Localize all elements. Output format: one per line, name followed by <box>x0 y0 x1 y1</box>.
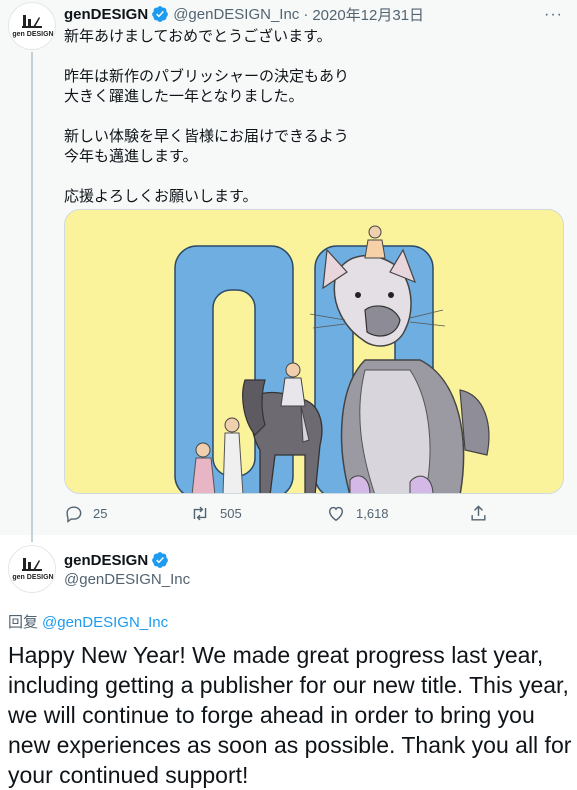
heart-icon <box>328 506 344 522</box>
tweet-text-line: 昨年は新作のパブリッシャーの決定もあり <box>64 68 350 85</box>
tweet-media-image[interactable] <box>64 209 564 494</box>
reply-header: genDESIGN @genDESIGN_Inc <box>64 550 190 589</box>
reply-author-handle[interactable]: @genDESIGN_Inc <box>64 571 190 588</box>
share-button[interactable] <box>469 504 498 523</box>
retweet-count: 505 <box>220 506 242 521</box>
like-count: 1,618 <box>356 506 389 521</box>
avatar-logo-text: gen DESIGN <box>12 574 53 581</box>
replying-to-label: 回复 <box>8 614 39 631</box>
separator-dot: · <box>303 5 309 23</box>
tweet-actions: 25 505 1,618 <box>64 504 504 526</box>
reply-button[interactable]: 25 <box>64 504 107 523</box>
parent-tweet[interactable]: gen DESIGN genDESIGN @genDESIGN_Inc · 20… <box>0 0 577 542</box>
like-button[interactable]: 1,618 <box>326 504 389 523</box>
retweet-icon <box>193 506 207 521</box>
more-options-icon[interactable]: ··· <box>544 6 563 24</box>
replying-to: 回复 @genDESIGN_Inc <box>8 611 168 632</box>
reply-text-line: Happy New Year! We made great progress l… <box>8 642 544 668</box>
tweet-text-line: 今年も邁進します。 <box>64 148 198 165</box>
reply-text: Happy New Year! We made great progress l… <box>8 640 573 790</box>
replying-to-handle-link[interactable]: @genDESIGN_Inc <box>42 614 168 631</box>
author-name[interactable]: genDESIGN <box>64 6 148 23</box>
reply-text-line: your continued support! <box>8 762 249 788</box>
verified-badge-icon <box>151 551 169 569</box>
reply-avatar[interactable]: gen DESIGN <box>8 545 56 593</box>
reply-author-name[interactable]: genDESIGN <box>64 552 148 569</box>
tweet-header: genDESIGN @genDESIGN_Inc · 2020年12月31日 <box>64 4 424 24</box>
reply-count: 25 <box>93 506 108 521</box>
tweet-text-blank-line <box>64 47 564 67</box>
thread-line <box>31 52 33 542</box>
tweet-text-blank-line <box>64 107 564 127</box>
verified-badge-icon <box>151 5 169 23</box>
author-handle[interactable]: @genDESIGN_Inc <box>173 6 299 23</box>
tweet-text-line: 新しい体験を早く皆様にお届けできるよう <box>64 128 349 145</box>
reply-icon <box>66 506 82 523</box>
reply-text-line: new experiences as soon as possible. Tha… <box>8 732 572 758</box>
reply-text-line: including getting a publisher for our ne… <box>8 672 569 698</box>
share-icon <box>471 505 486 521</box>
retweet-button[interactable]: 505 <box>190 504 242 523</box>
tweet-text-blank-line <box>64 167 564 187</box>
tweet-text: 新年あけましておめでとうございます。 昨年は新作のパブリッシャーの決定もあり 大… <box>64 27 564 207</box>
avatar[interactable]: gen DESIGN <box>8 2 56 50</box>
avatar-logo-text: gen DESIGN <box>12 31 53 38</box>
tweet-text-line: 大きく躍進した一年となりました。 <box>64 88 304 105</box>
tweet-text-line: 新年あけましておめでとうございます。 <box>64 28 332 45</box>
tweet-date[interactable]: 2020年12月31日 <box>312 4 424 25</box>
tweet-text-line: 応援よろしくお願いします。 <box>64 188 258 205</box>
reply-text-line: we will continue to forge ahead in order… <box>8 702 535 728</box>
